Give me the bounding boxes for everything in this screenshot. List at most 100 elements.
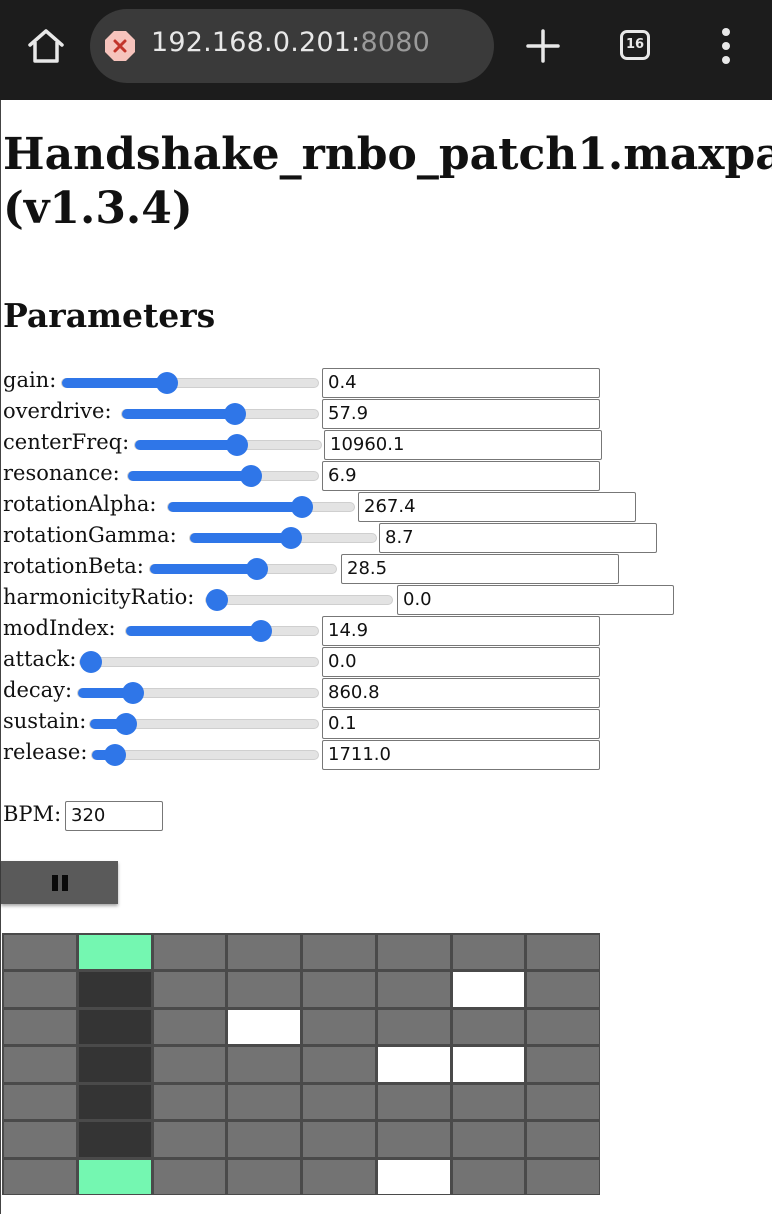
sequencer-cell[interactable] [303,1084,375,1120]
param-slider[interactable] [91,744,319,766]
sequencer-cell[interactable] [377,1047,450,1082]
slider-thumb[interactable] [290,496,313,518]
sequencer-cell[interactable] [78,1047,151,1082]
address-bar[interactable]: 192.168.0.201:8080 [90,9,494,83]
param-slider[interactable] [189,527,377,549]
sequencer-cell[interactable] [303,1122,375,1157]
sequencer-cell[interactable] [228,1122,300,1157]
slider-thumb[interactable] [156,372,179,394]
param-slider[interactable] [149,558,337,580]
sequencer-cell[interactable] [452,1084,525,1120]
param-value-input[interactable]: 267.4 [358,492,636,522]
sequencer-cell[interactable] [377,1122,450,1157]
sequencer-cell[interactable] [452,1122,525,1157]
sequencer-cell[interactable] [303,935,375,970]
sequencer-cell[interactable] [4,935,76,970]
sequencer-cell[interactable] [377,972,450,1007]
sequencer-cell[interactable] [527,1159,599,1194]
sequencer-cell[interactable] [153,1047,226,1082]
slider-thumb[interactable] [122,682,144,704]
param-slider[interactable] [205,589,393,611]
sequencer-cell[interactable] [153,935,226,970]
param-slider[interactable] [125,620,319,642]
slider-thumb[interactable] [249,620,272,642]
sequencer-cell[interactable] [527,1122,599,1157]
param-value-input[interactable]: 860.8 [322,678,600,708]
sequencer-cell[interactable] [452,1009,525,1045]
slider-thumb[interactable] [246,558,269,580]
sequencer-cell[interactable] [377,935,450,970]
sequencer-cell[interactable] [78,972,151,1007]
param-value-input[interactable]: 10960.1 [324,430,602,460]
sequencer-cell[interactable] [228,1009,300,1045]
sequencer-cell[interactable] [153,1159,226,1194]
sequencer-cell[interactable] [377,1159,450,1194]
param-slider[interactable] [89,713,319,735]
param-slider[interactable] [77,682,319,704]
param-value-input[interactable]: 8.7 [379,523,657,553]
sequencer-cell[interactable] [78,1084,151,1120]
sequencer-cell[interactable] [303,1159,375,1194]
sequencer-cell[interactable] [303,1047,375,1082]
sequencer-cell[interactable] [452,1047,525,1082]
param-value-input[interactable]: 0.0 [397,585,674,615]
slider-thumb[interactable] [104,744,127,766]
sequencer-cell[interactable] [228,1159,300,1194]
param-value-input[interactable]: 28.5 [341,554,619,584]
sequencer-cell[interactable] [4,1009,76,1045]
sequencer-cell[interactable] [228,1047,300,1082]
slider-thumb[interactable] [206,589,228,611]
param-value-input[interactable]: 14.9 [322,616,600,646]
slider-thumb[interactable] [114,713,137,735]
sequencer-cell[interactable] [153,972,226,1007]
sequencer-cell[interactable] [452,972,525,1007]
sequencer-cell[interactable] [527,1009,599,1045]
pause-button[interactable] [1,861,118,904]
sequencer-cell[interactable] [4,1159,76,1194]
tab-switcher-icon[interactable]: 16 [620,30,650,60]
param-slider[interactable] [127,465,319,487]
param-slider[interactable] [79,651,319,673]
sequencer-cell[interactable] [303,972,375,1007]
param-value-input[interactable]: 1711.0 [322,740,600,770]
slider-thumb[interactable] [226,434,249,456]
param-value-input[interactable]: 57.9 [322,399,600,429]
sequencer-cell[interactable] [452,1159,525,1194]
sequencer-cell[interactable] [78,1122,151,1157]
param-slider[interactable] [167,496,355,518]
sequencer-cell[interactable] [153,1122,226,1157]
slider-thumb[interactable] [80,651,102,673]
sequencer-cell[interactable] [377,1009,450,1045]
sequencer-cell[interactable] [228,972,300,1007]
slider-thumb[interactable] [224,403,247,425]
sequencer-cell[interactable] [377,1084,450,1120]
sequencer-cell[interactable] [527,972,599,1007]
slider-thumb[interactable] [240,465,263,487]
home-icon[interactable] [26,26,66,66]
sequencer-cell[interactable] [527,935,599,970]
sequencer-cell[interactable] [228,935,300,970]
sequencer-cell[interactable] [78,1159,151,1194]
sequencer-cell[interactable] [78,935,151,970]
sequencer-cell[interactable] [228,1084,300,1120]
sequencer-cell[interactable] [153,1084,226,1120]
new-tab-icon[interactable] [524,27,562,65]
sequencer-cell[interactable] [452,935,525,970]
insecure-warning-icon[interactable] [104,30,136,62]
sequencer-cell[interactable] [527,1047,599,1082]
param-value-input[interactable]: 0.1 [322,709,600,739]
more-menu-icon[interactable] [717,28,735,64]
sequencer-cell[interactable] [4,972,76,1007]
sequencer-cell[interactable] [78,1009,151,1045]
sequencer-cell[interactable] [4,1122,76,1157]
param-value-input[interactable]: 0.4 [322,368,600,398]
sequencer-cell[interactable] [153,1009,226,1045]
slider-thumb[interactable] [279,527,302,549]
param-slider[interactable] [134,434,322,456]
sequencer-cell[interactable] [4,1084,76,1120]
bpm-input[interactable]: 320 [65,801,163,831]
param-value-input[interactable]: 0.0 [322,647,600,677]
sequencer-cell[interactable] [527,1084,599,1120]
sequencer-cell[interactable] [303,1009,375,1045]
param-value-input[interactable]: 6.9 [322,461,600,491]
